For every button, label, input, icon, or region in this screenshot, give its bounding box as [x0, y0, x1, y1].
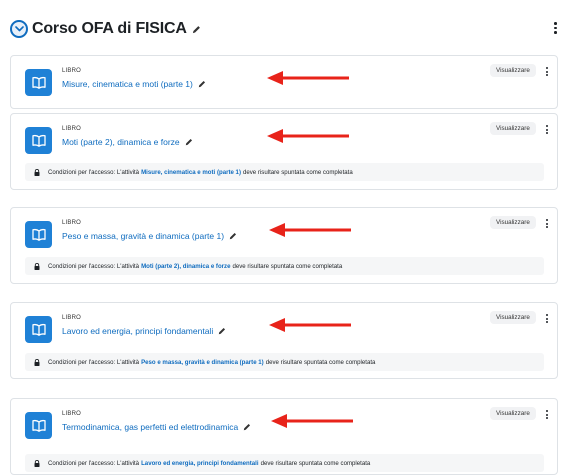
lock-icon	[34, 358, 40, 366]
activity-card: LIBRO Peso e massa, gravità e dinamica (…	[10, 207, 558, 284]
activity-card: LIBRO Lavoro ed energia, principi fondam…	[10, 302, 558, 379]
restriction-activity-link[interactable]: Moti (parte 2), dinamica e forze	[141, 263, 230, 270]
section-title: Corso OFA di FISICA	[32, 20, 187, 37]
red-arrow-annotation	[267, 71, 349, 85]
kebab-menu-icon[interactable]	[546, 314, 548, 323]
activity-type-label: LIBRO	[62, 126, 82, 132]
activity-link[interactable]: Moti (parte 2), dinamica e forze	[62, 137, 193, 147]
access-restriction: Condizioni per l'accesso: L'attività Mis…	[25, 163, 544, 181]
chevron-down-icon[interactable]	[10, 20, 28, 38]
activity-link[interactable]: Peso e massa, gravità e dinamica (parte …	[62, 231, 237, 241]
access-restriction: Condizioni per l'accesso: L'attività Pes…	[25, 353, 544, 371]
activity-name[interactable]: Moti (parte 2), dinamica e forze	[62, 137, 180, 147]
restriction-suffix: deve risultare spuntata come completata	[232, 262, 343, 270]
view-button[interactable]: Visualizzare	[490, 311, 536, 324]
view-button[interactable]: Visualizzare	[490, 64, 536, 77]
activity-type-label: LIBRO	[62, 315, 82, 321]
book-icon	[25, 127, 52, 154]
activity-card: LIBRO Termodinamica, gas perfetti ed ele…	[10, 398, 558, 475]
restriction-suffix: deve risultare spuntata come completata	[260, 459, 371, 467]
activity-name[interactable]: Termodinamica, gas perfetti ed elettrodi…	[62, 422, 238, 432]
restriction-activity-link[interactable]: Misure, cinematica e moti (parte 1)	[141, 169, 241, 176]
activity-link[interactable]: Lavoro ed energia, principi fondamentali	[62, 326, 226, 336]
activity-type-label: LIBRO	[62, 220, 82, 226]
lock-icon	[34, 168, 40, 176]
book-icon	[25, 316, 52, 343]
activity-name[interactable]: Peso e massa, gravità e dinamica (parte …	[62, 231, 224, 241]
restriction-prefix: Condizioni per l'accesso: L'attività	[48, 459, 140, 467]
restriction-activity-link[interactable]: Peso e massa, gravità e dinamica (parte …	[141, 359, 264, 366]
activity-name[interactable]: Misure, cinematica e moti (parte 1)	[62, 79, 193, 89]
pencil-icon[interactable]	[218, 327, 226, 335]
kebab-menu-icon[interactable]	[546, 219, 548, 228]
red-arrow-annotation	[271, 414, 353, 428]
kebab-menu-icon[interactable]	[546, 125, 548, 134]
restriction-suffix: deve risultare spuntata come completata	[242, 168, 353, 176]
pencil-icon[interactable]	[229, 232, 237, 240]
kebab-menu-icon[interactable]	[546, 67, 548, 76]
book-icon	[25, 69, 52, 96]
lock-icon	[34, 459, 40, 467]
access-restriction: Condizioni per l'accesso: L'attività Lav…	[25, 454, 544, 472]
view-button[interactable]: Visualizzare	[490, 122, 536, 135]
section-header: Corso OFA di FISICA	[10, 14, 558, 44]
activity-name[interactable]: Lavoro ed energia, principi fondamentali	[62, 326, 213, 336]
book-icon	[25, 221, 52, 248]
activity-card: LIBRO Moti (parte 2), dinamica e forze V…	[10, 113, 558, 190]
book-icon	[25, 412, 52, 439]
activity-type-label: LIBRO	[62, 411, 82, 417]
pencil-icon[interactable]	[192, 25, 201, 34]
kebab-menu-icon[interactable]	[546, 410, 548, 419]
restriction-activity-link[interactable]: Lavoro ed energia, principi fondamentali	[141, 460, 259, 467]
access-restriction: Condizioni per l'accesso: L'attività Mot…	[25, 257, 544, 275]
red-arrow-annotation	[267, 129, 349, 143]
kebab-menu-icon[interactable]	[554, 22, 558, 34]
restriction-prefix: Condizioni per l'accesso: L'attività	[48, 168, 140, 176]
view-button[interactable]: Visualizzare	[490, 407, 536, 420]
pencil-icon[interactable]	[243, 423, 251, 431]
activity-card: LIBRO Misure, cinematica e moti (parte 1…	[10, 55, 558, 109]
restriction-prefix: Condizioni per l'accesso: L'attività	[48, 358, 140, 366]
activity-type-label: LIBRO	[62, 68, 82, 74]
pencil-icon[interactable]	[185, 138, 193, 146]
red-arrow-annotation	[269, 223, 351, 237]
pencil-icon[interactable]	[198, 80, 206, 88]
activity-link[interactable]: Termodinamica, gas perfetti ed elettrodi…	[62, 422, 251, 432]
red-arrow-annotation	[269, 318, 351, 332]
view-button[interactable]: Visualizzare	[490, 216, 536, 229]
lock-icon	[34, 262, 40, 270]
activity-link[interactable]: Misure, cinematica e moti (parte 1)	[62, 79, 206, 89]
restriction-suffix: deve risultare spuntata come completata	[265, 358, 376, 366]
restriction-prefix: Condizioni per l'accesso: L'attività	[48, 262, 140, 270]
